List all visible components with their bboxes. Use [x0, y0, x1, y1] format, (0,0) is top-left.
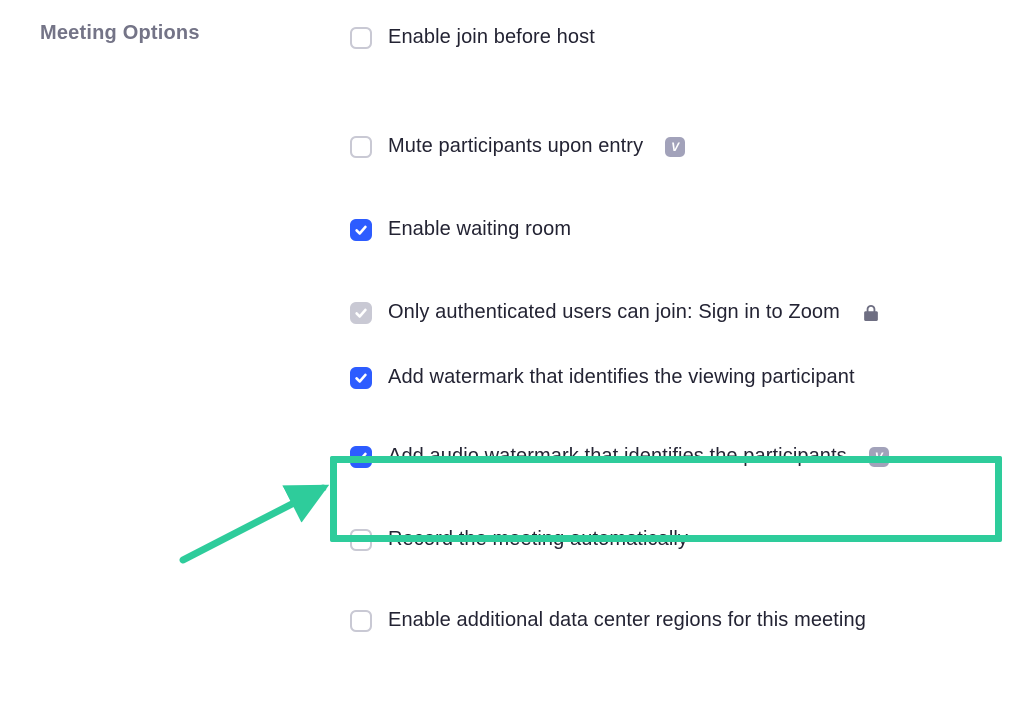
meeting-options-section: Meeting Options Enable join before host … — [0, 0, 1024, 632]
checkbox[interactable] — [350, 529, 372, 551]
checkbox[interactable] — [350, 136, 372, 158]
checkbox[interactable] — [350, 610, 372, 632]
checkbox-wrap — [350, 529, 372, 551]
options-list: Enable join before host Mute participant… — [350, 22, 1024, 632]
option-audio-watermark[interactable]: Add audio watermark that identifies the … — [350, 445, 1024, 468]
checkbox-wrap — [350, 302, 372, 324]
option-join-before-host[interactable]: Enable join before host — [350, 26, 1024, 49]
option-data-center-regions[interactable]: Enable additional data center regions fo… — [350, 609, 1024, 632]
option-watermark-viewing[interactable]: Add watermark that identifies the viewin… — [350, 366, 1024, 389]
checkbox[interactable] — [350, 446, 372, 468]
option-label: Add audio watermark that identifies the … — [388, 445, 847, 468]
option-label: Enable additional data center regions fo… — [388, 609, 866, 632]
checkbox-wrap — [350, 219, 372, 241]
checkbox[interactable] — [350, 27, 372, 49]
section-label-column: Meeting Options — [40, 22, 350, 632]
info-icon[interactable] — [665, 137, 685, 157]
checkbox-wrap — [350, 136, 372, 158]
option-label: Enable join before host — [388, 26, 595, 49]
checkbox-wrap — [350, 446, 372, 468]
checkbox[interactable] — [350, 219, 372, 241]
lock-icon — [864, 305, 878, 321]
option-label: Mute participants upon entry — [388, 135, 643, 158]
option-label: Add watermark that identifies the viewin… — [388, 366, 855, 389]
option-authenticated-users: Only authenticated users can join: Sign … — [350, 301, 1024, 324]
option-mute-on-entry[interactable]: Mute participants upon entry — [350, 135, 1024, 158]
checkbox[interactable] — [350, 367, 372, 389]
checkbox-wrap — [350, 367, 372, 389]
option-waiting-room[interactable]: Enable waiting room — [350, 218, 1024, 241]
option-label: Only authenticated users can join: Sign … — [388, 301, 840, 324]
checkbox-wrap — [350, 27, 372, 49]
checkbox — [350, 302, 372, 324]
section-label: Meeting Options — [40, 22, 350, 45]
checkbox-wrap — [350, 610, 372, 632]
option-label: Record the meeting automatically — [388, 528, 688, 551]
option-record-auto[interactable]: Record the meeting automatically — [350, 528, 1024, 551]
option-label: Enable waiting room — [388, 218, 571, 241]
info-icon[interactable] — [869, 447, 889, 467]
